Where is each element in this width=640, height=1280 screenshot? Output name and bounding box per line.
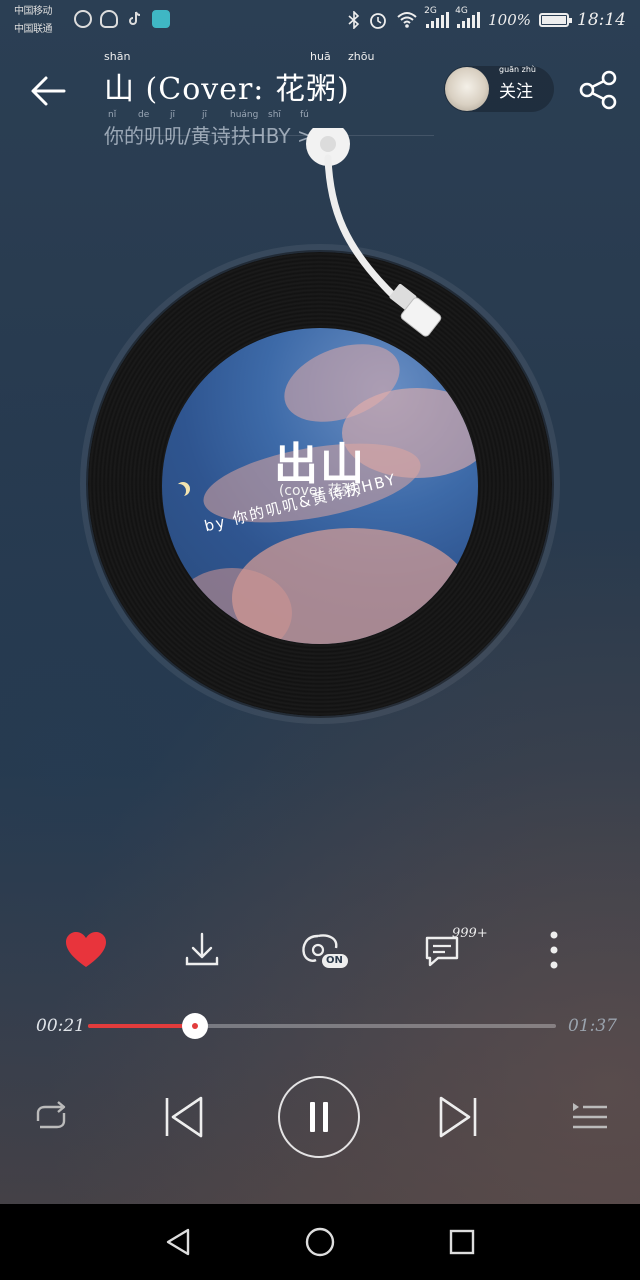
nav-recents-icon	[449, 1229, 475, 1255]
artist-pinyin: nǐ de jī jī huáng shī fú	[104, 110, 434, 120]
clock: 18:14	[577, 10, 626, 30]
follow-text: 关注	[499, 81, 533, 102]
artist-ruby-2: de	[138, 110, 150, 120]
previous-button[interactable]	[158, 1092, 208, 1142]
pause-button[interactable]	[278, 1076, 360, 1158]
reader-notification-icon	[152, 10, 170, 28]
playback-controls	[0, 1074, 640, 1160]
network-4g-label: 4G	[455, 6, 468, 16]
artist-ruby-6: shī	[268, 110, 281, 120]
pause-icon	[310, 1102, 328, 1132]
follow-label: guān zhù 关注	[499, 65, 536, 102]
download-button[interactable]	[174, 922, 230, 978]
sound-effect-badge: ON	[326, 955, 343, 966]
back-button[interactable]	[24, 66, 74, 116]
nav-home-icon	[305, 1227, 335, 1257]
title-pinyin: shān huā zhōu	[104, 50, 434, 64]
nav-home-button[interactable]	[300, 1222, 340, 1262]
tonearm	[306, 128, 442, 337]
nav-back-button[interactable]	[158, 1222, 198, 1262]
current-time: 00:21	[36, 1016, 85, 1036]
player-header: shān huā zhōu 山 (Cover: 花粥) nǐ de jī jī …	[0, 44, 640, 148]
nav-recents-button[interactable]	[442, 1222, 482, 1262]
progress-thumb[interactable]	[181, 1013, 208, 1039]
network-2g-label: 2G	[424, 6, 437, 16]
more-button[interactable]	[526, 922, 582, 978]
title-ruby-zhou: zhōu	[348, 50, 375, 63]
title-ruby-hua: huā	[310, 50, 331, 63]
comments-button[interactable]: 999+	[414, 922, 488, 978]
next-icon	[439, 1096, 477, 1138]
song-title: 山 (Cover: 花粥)	[104, 72, 350, 107]
total-time: 01:37	[568, 1016, 617, 1036]
heart-icon	[66, 932, 106, 967]
carrier-line-1: 中国移动	[14, 6, 53, 17]
next-button[interactable]	[434, 1092, 484, 1142]
sound-effect-button[interactable]: ON	[296, 922, 352, 978]
artist-ruby-5: huáng	[230, 110, 259, 120]
comments-count-badge: 999+	[452, 926, 488, 941]
tiktok-notification-icon	[126, 10, 144, 28]
share-button[interactable]	[576, 68, 620, 112]
bluetooth-icon	[348, 11, 360, 29]
carrier-line-2: 中国联通	[14, 24, 53, 35]
album-cover: 出山 (cover 花粥) by 你的叽叽&黄诗扶HBY	[162, 328, 478, 644]
progress-fill	[88, 1024, 195, 1028]
artist-ruby-1: nǐ	[108, 110, 117, 120]
qq-notification-icon	[100, 10, 118, 28]
status-bar: 中国移动 中国联通 2G 4G 100% 18:14	[0, 0, 640, 44]
system-nav-bar	[0, 1204, 640, 1280]
playlist-icon	[573, 1103, 607, 1129]
battery-icon	[539, 13, 572, 27]
carrier-label: 中国移动 中国联通	[14, 3, 74, 39]
artist-avatar	[445, 67, 489, 111]
weibo-notification-icon	[74, 10, 92, 28]
artist-ruby-7: fú	[300, 110, 309, 120]
repeat-icon	[36, 1101, 66, 1129]
follow-pinyin: guān zhù	[499, 64, 537, 74]
playlist-button[interactable]	[566, 1096, 612, 1138]
nav-back-icon	[166, 1228, 190, 1256]
like-button[interactable]	[58, 922, 114, 978]
song-actions: ON 999+	[0, 918, 640, 982]
progress-slider[interactable]	[88, 1013, 556, 1039]
alarm-icon	[370, 13, 387, 29]
back-arrow-icon	[31, 76, 66, 106]
wifi-icon	[397, 12, 417, 28]
playback-progress: 00:21 01:37	[0, 1004, 640, 1048]
previous-icon	[165, 1096, 203, 1138]
repeat-button[interactable]	[28, 1096, 74, 1138]
artist-ruby-4: jī	[202, 110, 208, 120]
share-icon	[579, 70, 617, 110]
status-right: 2G 4G 100% 18:14	[348, 6, 626, 30]
notification-icons	[74, 10, 170, 28]
artist-ruby-3: jī	[170, 110, 176, 120]
follow-button[interactable]: guān zhù 关注	[444, 65, 554, 112]
download-icon	[185, 932, 219, 966]
more-vertical-icon	[550, 931, 558, 969]
battery-percent: 100%	[488, 11, 531, 29]
title-ruby-shan: shān	[104, 50, 131, 63]
